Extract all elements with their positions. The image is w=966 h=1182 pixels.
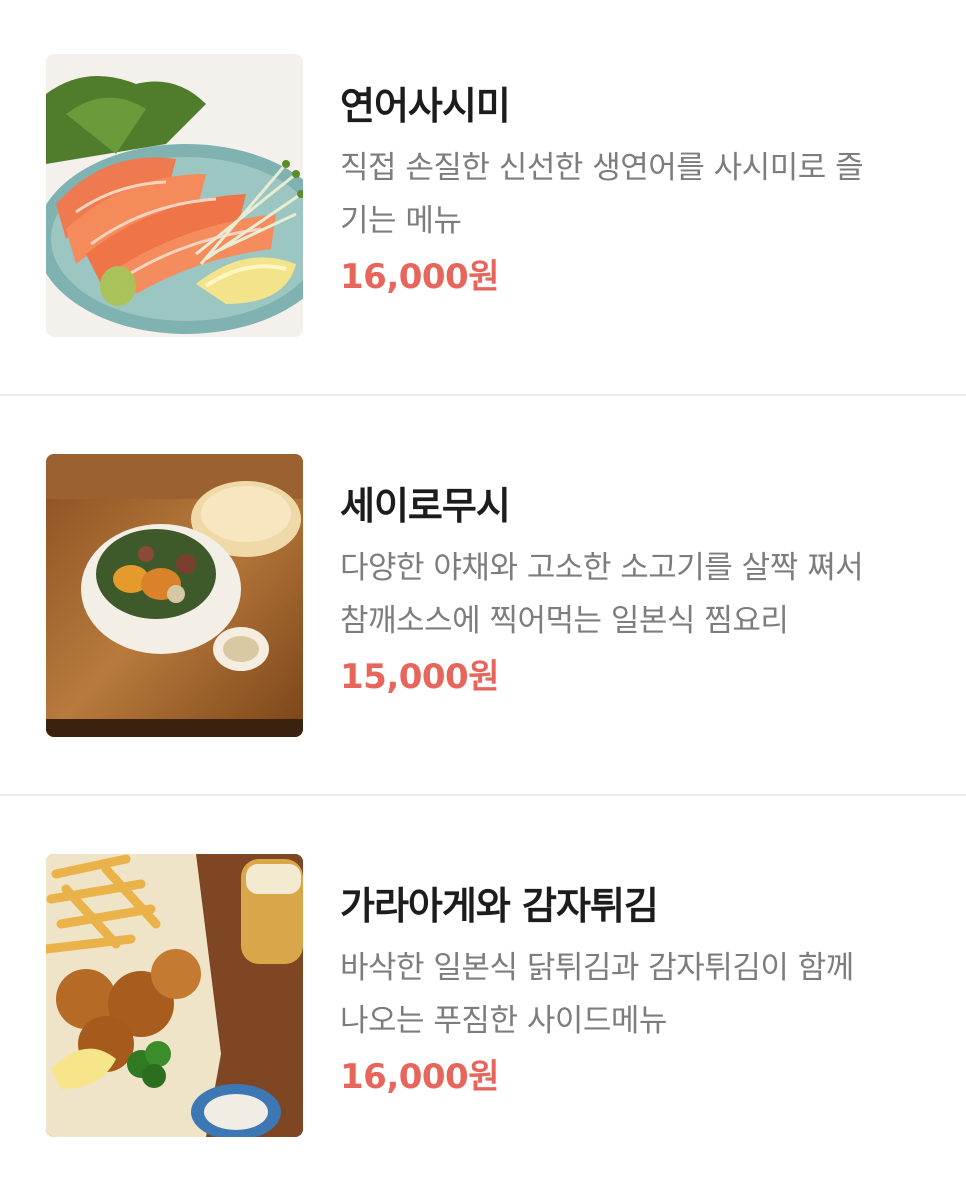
menu-item-info: 세이로무시 다양한 야채와 고소한 소고기를 살짝 쪄서 참깨소스에 찍어먹는 … bbox=[340, 480, 926, 702]
menu-item-description: 다양한 야채와 고소한 소고기를 살짝 쪄서 참깨소스에 찍어먹는 일본식 찜요… bbox=[340, 542, 910, 648]
menu-item-name: 가라아게와 감자튀김 bbox=[340, 884, 659, 928]
menu-item-info: 연어사시미 직접 손질한 신선한 생연어를 사시미로 즐 기는 메뉴 16,00… bbox=[340, 80, 926, 302]
menu-item-description-line: 바삭한 일본식 닭튀김과 감자튀김이 함께 bbox=[340, 950, 854, 986]
menu-item-description: 바삭한 일본식 닭튀김과 감자튀김이 함께 나오는 푸짐한 사이드메뉴 bbox=[340, 942, 910, 1048]
menu-item-price: 15,000원 bbox=[340, 657, 499, 697]
menu-item-description-line: 참깨소스에 찍어먹는 일본식 찜요리 bbox=[340, 603, 789, 639]
menu-list: 연어사시미 직접 손질한 신선한 생연어를 사시미로 즐 기는 메뉴 16,00… bbox=[0, 0, 966, 1182]
salmon-sashimi-image[interactable] bbox=[46, 54, 303, 337]
menu-item-name: 세이로무시 bbox=[340, 484, 511, 528]
menu-item-description-line: 기는 메뉴 bbox=[340, 203, 462, 239]
menu-item-description-line: 나오는 푸짐한 사이드메뉴 bbox=[340, 1003, 667, 1039]
menu-item-description: 직접 손질한 신선한 생연어를 사시미로 즐 기는 메뉴 bbox=[340, 142, 910, 248]
menu-item-description-line: 다양한 야채와 고소한 소고기를 살짝 쪄서 bbox=[340, 550, 864, 586]
menu-item[interactable]: 세이로무시 다양한 야채와 고소한 소고기를 살짝 쪄서 참깨소스에 찍어먹는 … bbox=[0, 398, 966, 796]
seiromushi-image[interactable] bbox=[46, 454, 303, 737]
menu-item[interactable]: 가라아게와 감자튀김 바삭한 일본식 닭튀김과 감자튀김이 함께 나오는 푸짐한… bbox=[0, 798, 966, 1182]
menu-item-info: 가라아게와 감자튀김 바삭한 일본식 닭튀김과 감자튀김이 함께 나오는 푸짐한… bbox=[340, 880, 926, 1102]
menu-item-name: 연어사시미 bbox=[340, 84, 511, 128]
menu-item-price: 16,000원 bbox=[340, 257, 499, 297]
menu-item-price: 16,000원 bbox=[340, 1057, 499, 1097]
menu-item-description-line: 직접 손질한 신선한 생연어를 사시미로 즐 bbox=[340, 150, 864, 186]
menu-item[interactable]: 연어사시미 직접 손질한 신선한 생연어를 사시미로 즐 기는 메뉴 16,00… bbox=[0, 0, 966, 396]
karaage-fries-image[interactable] bbox=[46, 854, 303, 1137]
